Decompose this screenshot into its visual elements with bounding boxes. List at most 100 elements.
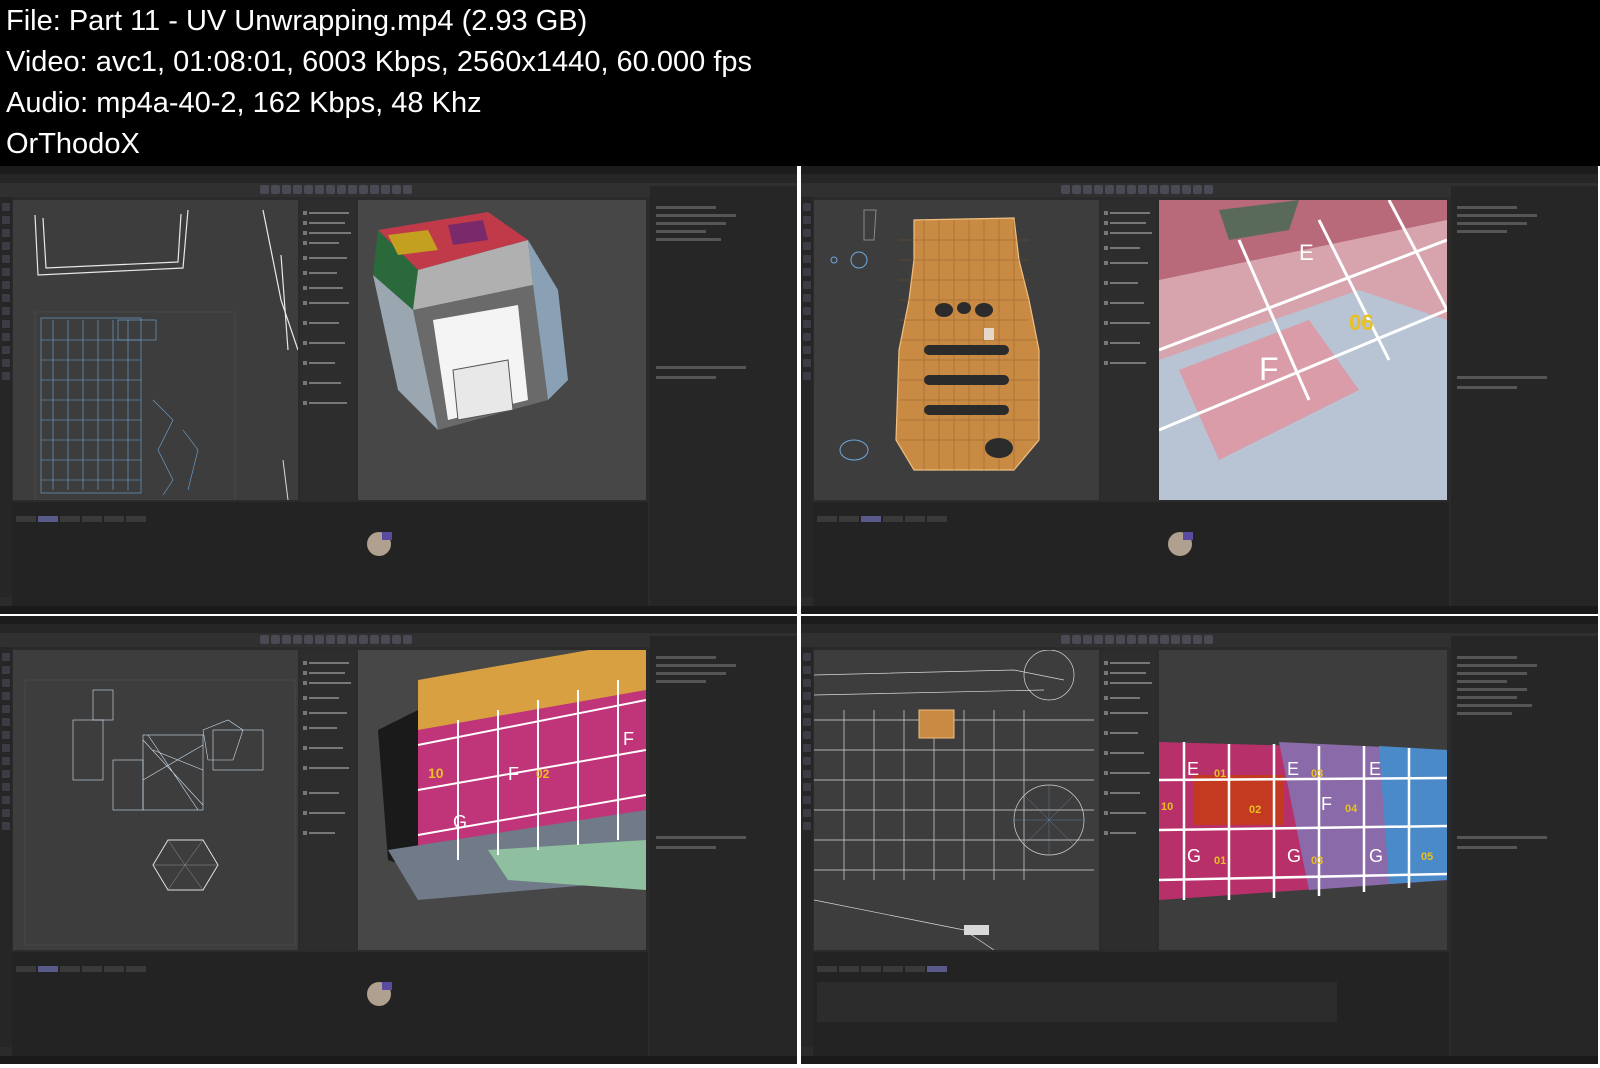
toolbar-button[interactable] [1105, 635, 1114, 644]
tool-icon[interactable] [803, 320, 811, 328]
tool-icon[interactable] [2, 307, 10, 315]
toolbar-button[interactable] [1094, 185, 1103, 194]
tool-icon[interactable] [2, 796, 10, 804]
toolbar-button[interactable] [1127, 635, 1136, 644]
toolbar-button[interactable] [1149, 185, 1158, 194]
tool-icon[interactable] [803, 653, 811, 661]
tool-icon[interactable] [803, 216, 811, 224]
toolbar-button[interactable] [1138, 635, 1147, 644]
toolbar-button[interactable] [260, 185, 269, 194]
tool-icon[interactable] [2, 822, 10, 830]
toolbar-button[interactable] [1105, 185, 1114, 194]
tool-icon[interactable] [2, 809, 10, 817]
toolbar-button[interactable] [403, 635, 412, 644]
tool-icon[interactable] [2, 281, 10, 289]
tool-icon[interactable] [803, 692, 811, 700]
toolbar-button[interactable] [359, 635, 368, 644]
perspective-viewport[interactable]: E 06 F [1159, 200, 1447, 500]
toolbar-button[interactable] [1061, 185, 1070, 194]
tool-icon[interactable] [2, 255, 10, 263]
tool-icon[interactable] [803, 757, 811, 765]
tool-icon[interactable] [803, 333, 811, 341]
tool-icon[interactable] [2, 229, 10, 237]
uv-viewport[interactable] [13, 650, 298, 950]
tool-icon[interactable] [803, 679, 811, 687]
tool-icon[interactable] [2, 783, 10, 791]
tool-icon[interactable] [2, 294, 10, 302]
tool-icon[interactable] [2, 653, 10, 661]
toolbar-button[interactable] [293, 185, 302, 194]
toolbar-button[interactable] [271, 185, 280, 194]
toolbar-button[interactable] [260, 635, 269, 644]
toolbar-button[interactable] [1204, 635, 1213, 644]
tool-icon[interactable] [803, 666, 811, 674]
toolbar-button[interactable] [348, 635, 357, 644]
tool-icon[interactable] [2, 692, 10, 700]
tool-icon[interactable] [803, 770, 811, 778]
tool-icon[interactable] [803, 744, 811, 752]
toolbar-button[interactable] [392, 635, 401, 644]
toolbar-button[interactable] [381, 185, 390, 194]
tool-icon[interactable] [2, 216, 10, 224]
tool-icon[interactable] [803, 255, 811, 263]
toolbar-button[interactable] [304, 185, 313, 194]
toolbar-button[interactable] [1193, 635, 1202, 644]
tool-icon[interactable] [803, 796, 811, 804]
tool-icon[interactable] [803, 281, 811, 289]
tool-icon[interactable] [803, 809, 811, 817]
tool-icon[interactable] [2, 320, 10, 328]
toolbar-button[interactable] [1083, 185, 1092, 194]
toolbar-button[interactable] [304, 635, 313, 644]
toolbar-button[interactable] [271, 635, 280, 644]
toolbar-button[interactable] [1138, 185, 1147, 194]
tool-icon[interactable] [803, 229, 811, 237]
toolbar-button[interactable] [359, 185, 368, 194]
toolbar-button[interactable] [282, 635, 291, 644]
toolbar-button[interactable] [326, 185, 335, 194]
tool-icon[interactable] [2, 268, 10, 276]
tool-icon[interactable] [803, 203, 811, 211]
toolbar-button[interactable] [370, 635, 379, 644]
uv-viewport[interactable] [814, 200, 1099, 500]
toolbar-button[interactable] [370, 185, 379, 194]
toolbar-button[interactable] [1149, 635, 1158, 644]
toolbar-button[interactable] [1160, 185, 1169, 194]
toolbar-button[interactable] [1116, 635, 1125, 644]
toolbar-button[interactable] [1171, 635, 1180, 644]
toolbar-button[interactable] [1193, 185, 1202, 194]
tool-icon[interactable] [803, 783, 811, 791]
uv-viewport[interactable] [814, 650, 1099, 950]
toolbar-button[interactable] [337, 635, 346, 644]
toolbar-button[interactable] [348, 185, 357, 194]
toolbar-button[interactable] [392, 185, 401, 194]
toolbar-button[interactable] [381, 635, 390, 644]
tool-icon[interactable] [2, 770, 10, 778]
tool-icon[interactable] [2, 346, 10, 354]
tool-icon[interactable] [803, 268, 811, 276]
tool-icon[interactable] [803, 346, 811, 354]
toolbar-button[interactable] [1182, 185, 1191, 194]
tool-icon[interactable] [2, 242, 10, 250]
toolbar-button[interactable] [293, 635, 302, 644]
tool-icon[interactable] [2, 359, 10, 367]
tool-icon[interactable] [803, 242, 811, 250]
tool-icon[interactable] [2, 744, 10, 752]
toolbar-button[interactable] [1072, 185, 1081, 194]
tool-icon[interactable] [2, 705, 10, 713]
toolbar-button[interactable] [403, 185, 412, 194]
toolbar-button[interactable] [1083, 635, 1092, 644]
toolbar-button[interactable] [1204, 185, 1213, 194]
toolbar-button[interactable] [315, 185, 324, 194]
tool-icon[interactable] [2, 757, 10, 765]
toolbar-button[interactable] [1061, 635, 1070, 644]
toolbar-button[interactable] [326, 635, 335, 644]
toolbar-button[interactable] [1171, 185, 1180, 194]
tool-icon[interactable] [2, 333, 10, 341]
tool-icon[interactable] [2, 372, 10, 380]
tool-icon[interactable] [803, 359, 811, 367]
tool-icon[interactable] [803, 372, 811, 380]
tool-icon[interactable] [803, 718, 811, 726]
toolbar-button[interactable] [1094, 635, 1103, 644]
perspective-viewport[interactable] [358, 200, 646, 500]
perspective-viewport[interactable]: E 01 E 03 E 10 02 F 04 G 01 G 03 G 05 [1159, 650, 1447, 950]
